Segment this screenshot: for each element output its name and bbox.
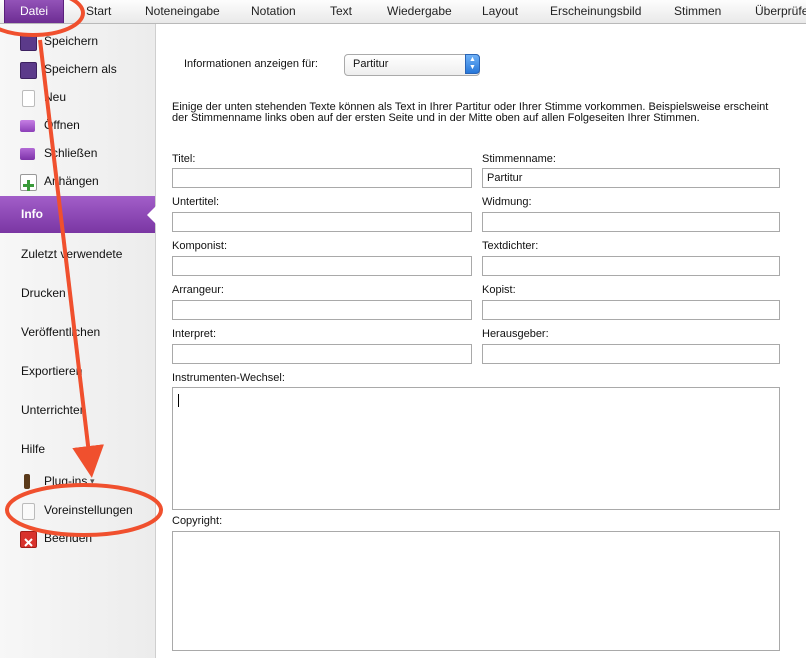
sidebar-item-info[interactable]: Info: [0, 196, 156, 233]
save-icon: [20, 34, 37, 51]
sidebar-item-exportieren[interactable]: Exportieren: [0, 353, 155, 389]
selection-notch: [147, 206, 156, 224]
sidebar-item-hilfe[interactable]: Hilfe: [0, 431, 155, 467]
quit-icon: [20, 531, 37, 548]
append-icon: [20, 174, 37, 191]
tab-layout[interactable]: Layout: [482, 0, 518, 23]
sidebar-item-neu[interactable]: Neu: [0, 83, 155, 111]
titel-label: Titel:: [172, 153, 196, 165]
sidebar-item-label: Anhängen: [44, 174, 99, 188]
untertitel-label: Untertitel:: [172, 196, 220, 208]
untertitel-field[interactable]: [172, 212, 472, 232]
titel-field[interactable]: [172, 168, 472, 188]
sidebar-item-schliessen[interactable]: Schließen: [0, 139, 155, 167]
widmung-label: Widmung:: [482, 196, 532, 208]
sidebar-item-speichern-als[interactable]: Speichern als: [0, 55, 155, 83]
stimmenname-label: Stimmenname:: [482, 153, 556, 165]
widmung-field[interactable]: [482, 212, 780, 232]
sidebar-item-label: Speichern als: [44, 62, 117, 76]
kopist-field[interactable]: [482, 300, 780, 320]
sidebar-item-zuletzt-verwendete[interactable]: Zuletzt verwendete: [0, 236, 155, 272]
show-for-label: Informationen anzeigen für:: [184, 58, 318, 70]
plug-icon: [24, 474, 30, 489]
close-folder-icon: [20, 148, 35, 160]
interpret-field[interactable]: [172, 344, 472, 364]
sidebar-item-voreinstellungen[interactable]: Voreinstellungen: [0, 496, 155, 524]
sidebar-item-drucken[interactable]: Drucken: [0, 275, 155, 311]
tab-notation[interactable]: Notation: [251, 0, 296, 23]
arrangeur-field[interactable]: [172, 300, 472, 320]
save-as-icon: [20, 62, 37, 79]
new-document-icon: [22, 90, 35, 107]
copyright-label: Copyright:: [172, 515, 223, 527]
sidebar-item-oeffnen[interactable]: Öffnen: [0, 111, 155, 139]
select-stepper-icon: ▲ ▼: [465, 54, 480, 74]
arrangeur-label: Arrangeur:: [172, 284, 224, 296]
tab-noteneingabe[interactable]: Noteneingabe: [145, 0, 220, 23]
komponist-field[interactable]: [172, 256, 472, 276]
chevron-down-icon: ▾: [90, 476, 95, 486]
stimmenname-field[interactable]: Partitur: [482, 168, 780, 188]
herausgeber-field[interactable]: [482, 344, 780, 364]
ribbon-tab-bar: Datei Start Noteneingabe Notation Text W…: [0, 0, 806, 24]
tab-ueberpruefen[interactable]: Überprüfe: [755, 0, 806, 23]
sidebar-item-label: Speichern: [44, 34, 99, 48]
text-caret: [178, 394, 179, 407]
interpret-label: Interpret:: [172, 328, 217, 340]
tab-wiedergabe[interactable]: Wiedergabe: [387, 0, 452, 23]
info-panel: Informationen anzeigen für: Partitur ▲ ▼ …: [156, 24, 806, 658]
sidebar-item-label: Öffnen: [44, 118, 80, 132]
tab-datei[interactable]: Datei: [4, 0, 64, 23]
kopist-label: Kopist:: [482, 284, 516, 296]
tab-start[interactable]: Start: [86, 0, 111, 23]
sidebar-item-veroeffentlichen[interactable]: Veröffentlichen: [0, 314, 155, 350]
herausgeber-label: Herausgeber:: [482, 328, 549, 340]
copyright-textarea[interactable]: [172, 531, 780, 651]
tab-stimmen[interactable]: Stimmen: [674, 0, 721, 23]
sidebar-item-anhaengen[interactable]: Anhängen: [0, 167, 155, 195]
preferences-icon: [22, 503, 35, 520]
instrumenten-wechsel-textarea[interactable]: [172, 387, 780, 510]
info-description: Einige der unten stehenden Texte können …: [172, 101, 769, 124]
sidebar-item-label: Neu: [44, 90, 67, 104]
tab-erscheinungsbild[interactable]: Erscheinungsbild: [550, 0, 641, 23]
komponist-label: Komponist:: [172, 240, 228, 252]
file-sidebar: Speichern Speichern als Neu Öffnen Schli…: [0, 24, 156, 658]
sidebar-item-speichern[interactable]: Speichern: [0, 27, 155, 55]
sidebar-item-plugins[interactable]: Plug-ins ▾: [0, 467, 155, 495]
textdichter-field[interactable]: [482, 256, 780, 276]
show-for-select[interactable]: Partitur ▲ ▼: [344, 54, 480, 76]
sidebar-item-label: Schließen: [44, 146, 98, 160]
sidebar-item-beenden[interactable]: Beenden: [0, 524, 155, 552]
tab-text[interactable]: Text: [330, 0, 352, 23]
sidebar-item-unterrichten[interactable]: Unterrichten: [0, 392, 155, 428]
textdichter-label: Textdichter:: [482, 240, 539, 252]
instrumenten-wechsel-label: Instrumenten-Wechsel:: [172, 372, 285, 384]
open-folder-icon: [20, 120, 35, 132]
